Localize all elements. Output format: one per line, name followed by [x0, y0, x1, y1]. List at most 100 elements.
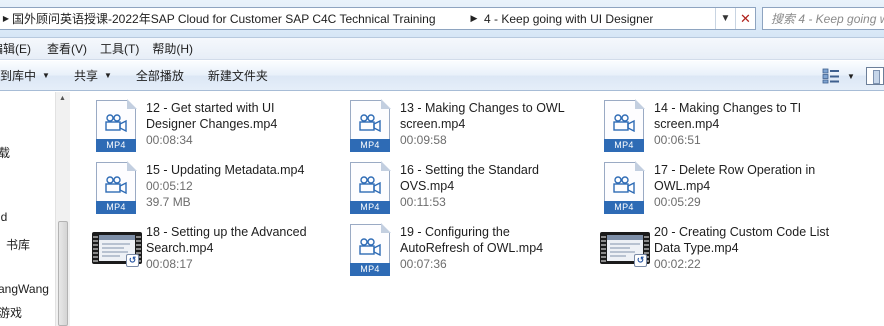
file-duration: 00:05:12 [146, 179, 193, 193]
search-placeholder: 搜索 4 - Keep going with UI Designer [771, 12, 884, 26]
breadcrumb-current-folder[interactable]: 4 - Keep going with UI Designer [484, 12, 653, 26]
mp4-badge: MP4 [350, 263, 390, 276]
play-all-label: 全部播放 [135, 69, 184, 83]
file-item[interactable]: MP4 19 - Configuring the AutoRefresh of … [350, 223, 544, 280]
view-dropdown-icon[interactable]: ▼ [844, 72, 858, 81]
mp4-file-icon: MP4 [96, 161, 137, 214]
file-name: AutoRefresh of OWL.mp4 [400, 241, 544, 255]
mp4-file-icon: MP4 [350, 161, 391, 214]
scrollbar-thumb[interactable] [58, 221, 68, 326]
change-view-icon[interactable] [818, 65, 844, 87]
video-camera-icon [613, 176, 635, 194]
mp4-badge: MP4 [350, 201, 390, 214]
file-duration: 00:05:29 [654, 195, 701, 209]
file-item[interactable]: MP4 14 - Making Changes to TI screen.mp4… [604, 99, 802, 156]
file-name: screen.mp4 [654, 117, 720, 131]
nav-item-library[interactable]: 书库 [6, 236, 30, 253]
mp4-badge: MP4 [96, 139, 136, 152]
file-name: 15 - Updating Metadata.mp4 [146, 163, 305, 177]
address-field[interactable]: ▶ 国外顾问英语授课-2022年SAP Cloud for Customer S… [0, 7, 756, 30]
file-duration: 00:08:17 [146, 257, 193, 271]
file-name: 17 - Delete Row Operation in [654, 163, 816, 177]
file-name: 19 - Configuring the [400, 225, 510, 239]
mp4-file-icon: MP4 [350, 99, 391, 152]
video-camera-icon [105, 176, 127, 194]
file-item[interactable]: MP4 13 - Making Changes to OWL screen.mp… [350, 99, 565, 156]
video-camera-icon [359, 114, 381, 132]
nav-scrollbar[interactable]: ▲ [55, 92, 70, 326]
mp4-badge: MP4 [350, 139, 390, 152]
file-name: OVS.mp4 [400, 179, 455, 193]
file-item[interactable]: MP4 17 - Delete Row Operation in OWL.mp4… [604, 161, 816, 218]
file-name: Designer Changes.mp4 [146, 117, 278, 131]
video-thumbnail-icon: ↺ [600, 232, 650, 267]
include-in-library-button[interactable]: 包含到库中 ▼ [0, 64, 56, 88]
file-name: 20 - Creating Custom Code List [654, 225, 830, 239]
file-name: 13 - Making Changes to OWL [400, 101, 565, 115]
close-icon[interactable]: ✕ [735, 8, 755, 29]
file-item[interactable]: MP4 12 - Get started with UI Designer Ch… [96, 99, 278, 156]
breadcrumb-separator-icon[interactable]: ▶ [464, 13, 484, 24]
mp4-file-icon: MP4 [96, 99, 137, 152]
nav-item-id[interactable]: id [0, 210, 7, 224]
file-name: screen.mp4 [400, 117, 466, 131]
file-name: Data Type.mp4 [654, 241, 739, 255]
new-folder-label: 新建文件夹 [207, 69, 268, 83]
scroll-up-icon[interactable]: ▲ [59, 95, 66, 102]
address-bar: ▶ 国外顾问英语授课-2022年SAP Cloud for Customer S… [0, 0, 884, 38]
file-size: 39.7 MB [146, 195, 191, 209]
mp4-file-icon: MP4 [604, 99, 645, 152]
share-label: 共享 [73, 69, 98, 83]
file-item[interactable]: ↺ 20 - Creating Custom Code List Data Ty… [600, 224, 830, 280]
file-item[interactable]: MP4 15 - Updating Metadata.mp4 00:05:12 … [96, 161, 305, 218]
video-camera-icon [105, 114, 127, 132]
breadcrumb-root-chevron-icon[interactable]: ▶ [0, 14, 12, 23]
video-camera-icon [613, 114, 635, 132]
shortcut-arrow-icon: ↺ [634, 254, 647, 267]
view-controls: ▼ [818, 64, 884, 88]
file-name: Search.mp4 [146, 241, 214, 255]
include-in-library-label: 包含到库中 [0, 69, 37, 83]
file-duration: 00:08:34 [146, 133, 193, 147]
file-name: 14 - Making Changes to TI [654, 101, 802, 115]
address-dropdown-icon[interactable]: ▼ [715, 8, 735, 29]
file-item[interactable]: ↺ 18 - Setting up the Advanced Search.mp… [92, 224, 307, 280]
preview-pane-icon[interactable] [866, 67, 884, 85]
menu-tools[interactable]: 工具(T) [96, 40, 143, 57]
mp4-file-icon: MP4 [604, 161, 645, 214]
file-duration: 00:11:53 [400, 195, 446, 209]
menu-bar: 编辑(E) 查看(V) 工具(T) 帮助(H) [0, 38, 884, 60]
nav-item-downloads[interactable]: 载 [0, 144, 10, 161]
file-duration: 00:07:36 [400, 257, 447, 271]
file-duration: 00:09:58 [400, 133, 447, 147]
file-name: 16 - Setting the Standard [400, 163, 539, 177]
search-input[interactable]: 搜索 4 - Keep going with UI Designer [762, 7, 884, 30]
file-name: OWL.mp4 [654, 179, 711, 193]
command-bar: 包含到库中 ▼ 共享 ▼ 全部播放 新建文件夹 ▼ [0, 61, 884, 91]
file-item[interactable]: MP4 16 - Setting the Standard OVS.mp4 00… [350, 161, 539, 218]
mp4-file-icon: MP4 [350, 223, 391, 276]
menu-edit[interactable]: 编辑(E) [0, 40, 35, 57]
play-all-button[interactable]: 全部播放 [130, 64, 190, 88]
breadcrumb-parent-folder[interactable]: 国外顾问英语授课-2022年SAP Cloud for Customer SAP… [12, 10, 464, 27]
file-list: MP4 12 - Get started with UI Designer Ch… [70, 92, 884, 326]
mp4-badge: MP4 [96, 201, 136, 214]
shortcut-arrow-icon: ↺ [126, 254, 139, 267]
mp4-badge: MP4 [604, 201, 644, 214]
menu-help[interactable]: 帮助(H) [148, 40, 197, 57]
nav-item-games[interactable]: 游戏 [0, 304, 22, 321]
video-camera-icon [359, 176, 381, 194]
video-thumbnail-icon: ↺ [92, 232, 142, 267]
file-duration: 00:02:22 [654, 257, 701, 271]
mp4-badge: MP4 [604, 139, 644, 152]
video-camera-icon [359, 238, 381, 256]
file-name: 18 - Setting up the Advanced [146, 225, 307, 239]
file-duration: 00:06:51 [654, 133, 701, 147]
chevron-down-icon: ▼ [42, 71, 50, 80]
menu-view[interactable]: 查看(V) [43, 40, 91, 57]
file-name: 12 - Get started with UI [146, 101, 275, 115]
chevron-down-icon: ▼ [103, 71, 112, 80]
share-button[interactable]: 共享 ▼ [68, 64, 118, 88]
nav-item-user[interactable]: angWang [0, 282, 49, 296]
new-folder-button[interactable]: 新建文件夹 [202, 64, 274, 88]
